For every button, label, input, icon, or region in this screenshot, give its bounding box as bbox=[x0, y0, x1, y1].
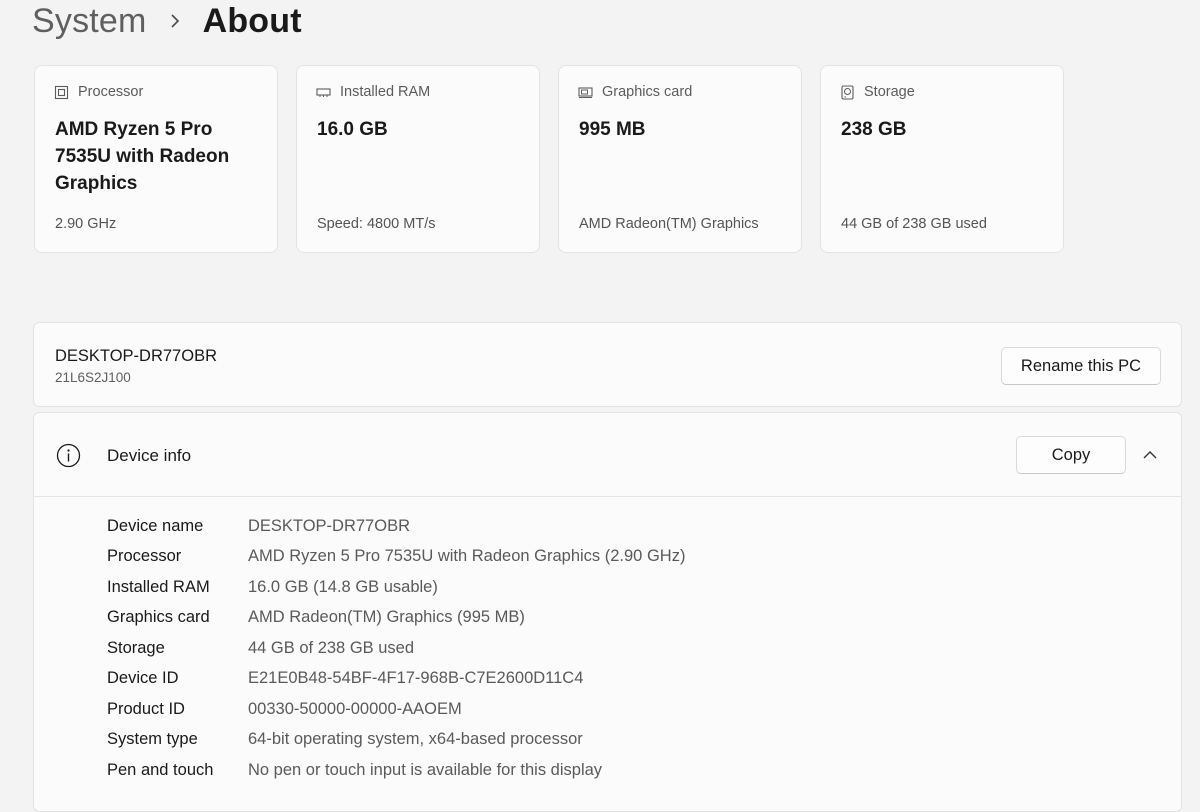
spec-detail-ram: Speed: 4800 MT/s bbox=[317, 216, 436, 232]
info-value: 44 GB of 238 GB used bbox=[248, 638, 415, 657]
processor-icon bbox=[54, 85, 69, 100]
info-row-system-type: System type 64-bit operating system, x64… bbox=[107, 725, 685, 756]
info-value: E21E0B48-54BF-4F17-968B-C7E2600D11C4 bbox=[248, 669, 584, 688]
info-label: Device ID bbox=[107, 669, 179, 688]
info-row-storage: Storage 44 GB of 238 GB used bbox=[107, 633, 685, 664]
storage-icon bbox=[840, 84, 855, 100]
info-value: 64-bit operating system, x64-based proce… bbox=[248, 730, 583, 749]
info-label: System type bbox=[107, 730, 198, 749]
spec-value-processor: AMD Ryzen 5 Pro 7535U with Radeon Graphi… bbox=[55, 119, 230, 194]
info-label: Installed RAM bbox=[107, 577, 210, 596]
chevron-up-icon[interactable] bbox=[1141, 446, 1159, 464]
copy-button[interactable]: Copy bbox=[1016, 436, 1126, 474]
pc-model: 21L6S2J100 bbox=[55, 370, 131, 385]
device-info-table: Device name DESKTOP-DR77OBR Processor AM… bbox=[107, 511, 685, 786]
spec-detail-processor: 2.90 GHz bbox=[55, 216, 117, 232]
info-label: Processor bbox=[107, 547, 182, 566]
info-label: Graphics card bbox=[107, 608, 210, 627]
spec-label-ram: Installed RAM bbox=[340, 84, 431, 100]
info-icon bbox=[56, 443, 81, 468]
spec-detail-storage: 44 GB of 238 GB used bbox=[841, 216, 987, 232]
spec-card-storage: Storage 238 GB 44 GB of 238 GB used bbox=[820, 65, 1064, 253]
spec-value-storage: 238 GB bbox=[841, 119, 907, 140]
spec-detail-graphics: AMD Radeon(TM) Graphics bbox=[579, 216, 759, 232]
page-title: About bbox=[202, 1, 302, 40]
info-label: Product ID bbox=[107, 699, 185, 718]
info-label: Pen and touch bbox=[107, 760, 214, 779]
info-row-graphics-card: Graphics card AMD Radeon(TM) Graphics (9… bbox=[107, 603, 685, 634]
breadcrumb: System About bbox=[32, 0, 302, 44]
spec-card-processor: Processor AMD Ryzen 5 Pro 7535U with Rad… bbox=[34, 65, 278, 253]
graphics-card-icon bbox=[578, 85, 593, 100]
ram-icon bbox=[316, 85, 331, 100]
info-row-processor: Processor AMD Ryzen 5 Pro 7535U with Rad… bbox=[107, 542, 685, 573]
info-value: AMD Ryzen 5 Pro 7535U with Radeon Graphi… bbox=[248, 547, 686, 566]
info-value: No pen or touch input is available for t… bbox=[248, 760, 603, 779]
breadcrumb-system-link[interactable]: System bbox=[32, 2, 147, 41]
rename-pc-button[interactable]: Rename this PC bbox=[1001, 347, 1161, 385]
info-value: DESKTOP-DR77OBR bbox=[248, 516, 410, 535]
info-row-product-id: Product ID 00330-50000-00000-AAOEM bbox=[107, 694, 685, 725]
info-row-device-name: Device name DESKTOP-DR77OBR bbox=[107, 511, 685, 542]
info-value: 00330-50000-00000-AAOEM bbox=[248, 699, 462, 718]
pc-name: DESKTOP-DR77OBR bbox=[55, 347, 217, 365]
pc-name-card: DESKTOP-DR77OBR 21L6S2J100 Rename this P… bbox=[33, 322, 1182, 407]
chevron-right-icon bbox=[169, 13, 181, 29]
device-info-title: Device info bbox=[107, 446, 192, 465]
spec-card-graphics: Graphics card 995 MB AMD Radeon(TM) Grap… bbox=[558, 65, 802, 253]
device-info-card: Device info Copy Device name DESKTOP-DR7… bbox=[33, 412, 1182, 812]
spec-value-graphics: 995 MB bbox=[579, 119, 646, 140]
info-row-pen-and-touch: Pen and touch No pen or touch input is a… bbox=[107, 755, 685, 786]
info-value: AMD Radeon(TM) Graphics (995 MB) bbox=[248, 608, 525, 627]
info-value: 16.0 GB (14.8 GB usable) bbox=[248, 577, 438, 596]
spec-label-graphics: Graphics card bbox=[602, 84, 693, 100]
info-row-device-id: Device ID E21E0B48-54BF-4F17-968B-C7E260… bbox=[107, 664, 685, 695]
info-row-installed-ram: Installed RAM 16.0 GB (14.8 GB usable) bbox=[107, 572, 685, 603]
spec-label-processor: Processor bbox=[78, 84, 144, 100]
info-label: Device name bbox=[107, 516, 204, 535]
info-label: Storage bbox=[107, 638, 165, 657]
device-info-header[interactable]: Device info Copy bbox=[34, 413, 1181, 497]
spec-card-ram: Installed RAM 16.0 GB Speed: 4800 MT/s bbox=[296, 65, 540, 253]
spec-value-ram: 16.0 GB bbox=[317, 119, 388, 140]
spec-label-storage: Storage bbox=[864, 84, 915, 100]
